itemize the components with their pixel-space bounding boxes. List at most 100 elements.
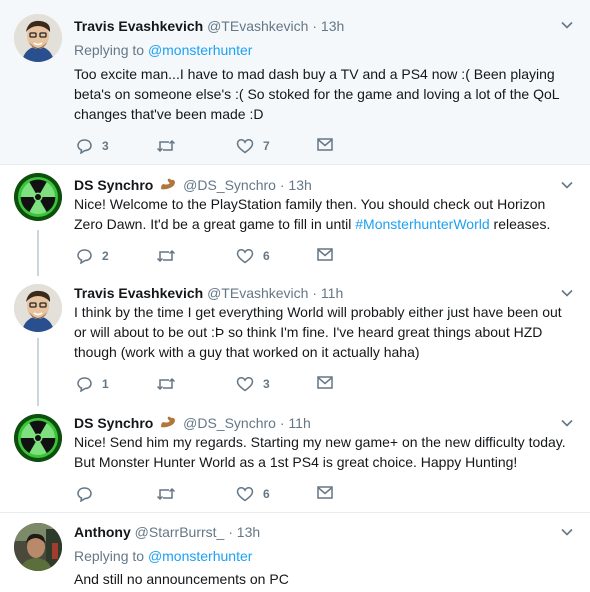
tweet-header: DS Synchro @DS_Synchro · 11h: [74, 414, 311, 432]
timestamp[interactable]: 11h: [321, 285, 343, 301]
author-handle[interactable]: @TEvashkevich: [207, 285, 308, 301]
timestamp[interactable]: 13h: [288, 177, 311, 193]
reply-button[interactable]: 3: [76, 136, 109, 156]
tweet-actions: 2 6: [74, 246, 354, 266]
like-icon: [236, 377, 254, 392]
like-button[interactable]: 6: [236, 484, 270, 504]
separator-dot: ·: [279, 415, 285, 431]
like-icon: [236, 139, 254, 154]
reply-button[interactable]: 2: [76, 246, 109, 266]
reply-button[interactable]: 1: [76, 374, 109, 394]
avatar-image: [14, 414, 62, 462]
like-icon: [236, 249, 254, 264]
reply-icon: [77, 377, 92, 392]
avatar-image: [14, 14, 62, 62]
tweet[interactable]: DS Synchro @DS_Synchro · 11h Nice! Send …: [0, 406, 590, 514]
tweet-header: Travis Evashkevich @TEvashkevich · 11h: [74, 284, 343, 302]
dm-icon[interactable]: [317, 376, 333, 389]
retweet-icon: [156, 139, 176, 153]
tweet[interactable]: Travis Evashkevich @TEvashkevich · 13h R…: [0, 0, 590, 164]
reply-button[interactable]: [76, 484, 102, 504]
tweet-text: I think by the time I get everything Wor…: [74, 304, 562, 360]
tweet-actions: 6: [74, 484, 354, 504]
like-button[interactable]: 3: [236, 374, 270, 394]
like-count: 6: [263, 249, 270, 263]
like-count: 7: [263, 139, 270, 153]
tweet[interactable]: Travis Evashkevich @TEvashkevich · 11h I…: [0, 276, 590, 396]
avatar[interactable]: [14, 523, 62, 571]
chevron-down-icon[interactable]: [560, 286, 574, 300]
avatar[interactable]: [14, 284, 62, 332]
flexed-biceps-emoji: [161, 178, 176, 190]
like-button[interactable]: 7: [236, 136, 270, 156]
replying-to: Replying to @monsterhunter: [74, 41, 252, 59]
separator-dot: ·: [312, 285, 318, 301]
replying-to-label: Replying to: [74, 548, 148, 564]
tweet-header: DS Synchro @DS_Synchro · 13h: [74, 176, 312, 194]
mention-link[interactable]: @monsterhunter: [148, 42, 252, 58]
separator-dot: ·: [279, 177, 285, 193]
retweet-button[interactable]: [156, 246, 185, 266]
avatar-image: [14, 523, 62, 571]
like-icon: [236, 487, 254, 502]
tweet-text: Nice! Send him my regards. Starting my n…: [74, 434, 566, 470]
retweet-icon: [156, 249, 176, 263]
chevron-down-icon[interactable]: [560, 525, 574, 539]
chevron-down-icon[interactable]: [560, 416, 574, 430]
author-name[interactable]: Travis Evashkevich: [74, 18, 203, 34]
avatar[interactable]: [14, 414, 62, 462]
reply-icon: [77, 139, 92, 154]
reply-count: 3: [102, 139, 109, 153]
mention-link[interactable]: @monsterhunter: [148, 548, 252, 564]
thread-line: [37, 230, 39, 276]
like-count: 3: [263, 377, 270, 391]
tweet-text: And still no announcements on PC: [74, 571, 289, 587]
tweet-header: Anthony @StarrBurrst_ · 13h: [74, 523, 260, 541]
author-handle[interactable]: @DS_Synchro: [183, 415, 276, 431]
retweet-button[interactable]: [156, 484, 185, 504]
avatar[interactable]: [14, 14, 62, 62]
separator-dot: ·: [228, 524, 233, 540]
timestamp[interactable]: 13h: [321, 18, 344, 34]
retweet-icon: [156, 487, 176, 501]
author-handle[interactable]: @StarrBurrst_: [135, 524, 225, 540]
author-name[interactable]: DS Synchro: [74, 415, 153, 431]
avatar-image: [14, 284, 62, 332]
avatar[interactable]: [14, 173, 62, 221]
author-handle[interactable]: @TEvashkevich: [207, 18, 308, 34]
retweet-button[interactable]: [156, 374, 185, 394]
chevron-down-icon[interactable]: [560, 178, 574, 192]
author-handle[interactable]: @DS_Synchro: [183, 177, 276, 193]
tweet-actions: 3 7: [74, 136, 354, 156]
reply-count: 1: [102, 377, 109, 391]
retweet-icon: [156, 377, 176, 391]
timestamp[interactable]: 13h: [237, 524, 260, 540]
tweet-text-part: releases.: [489, 216, 551, 232]
tweet[interactable]: Anthony @StarrBurrst_ · 13h Replying to …: [0, 513, 590, 592]
flexed-biceps-emoji: [161, 416, 176, 428]
dm-icon[interactable]: [317, 248, 333, 261]
replying-to-label: Replying to: [74, 42, 148, 58]
like-button[interactable]: 6: [236, 246, 270, 266]
tweet-text: Too excite man...I have to mad dash buy …: [74, 66, 560, 122]
separator-dot: ·: [312, 18, 318, 34]
timestamp[interactable]: 11h: [288, 415, 310, 431]
tweet-actions: 1 3: [74, 374, 354, 394]
author-name[interactable]: DS Synchro: [74, 177, 153, 193]
dm-icon[interactable]: [317, 138, 333, 151]
avatar-image: [14, 173, 62, 221]
thread-line: [37, 338, 39, 406]
tweet[interactable]: DS Synchro @DS_Synchro · 13h Nice! Welco…: [0, 165, 590, 275]
tweet-header: Travis Evashkevich @TEvashkevich · 13h: [74, 17, 344, 35]
reply-count: 2: [102, 249, 109, 263]
reply-icon: [77, 487, 92, 502]
reply-icon: [77, 249, 92, 264]
hashtag-link[interactable]: #MonsterhunterWorld: [355, 216, 489, 232]
chevron-down-icon[interactable]: [560, 18, 574, 32]
dm-icon[interactable]: [317, 486, 333, 499]
replying-to: Replying to @monsterhunter: [74, 547, 252, 565]
author-name[interactable]: Anthony: [74, 524, 131, 540]
retweet-button[interactable]: [156, 136, 185, 156]
author-name[interactable]: Travis Evashkevich: [74, 285, 203, 301]
like-count: 6: [263, 487, 270, 501]
